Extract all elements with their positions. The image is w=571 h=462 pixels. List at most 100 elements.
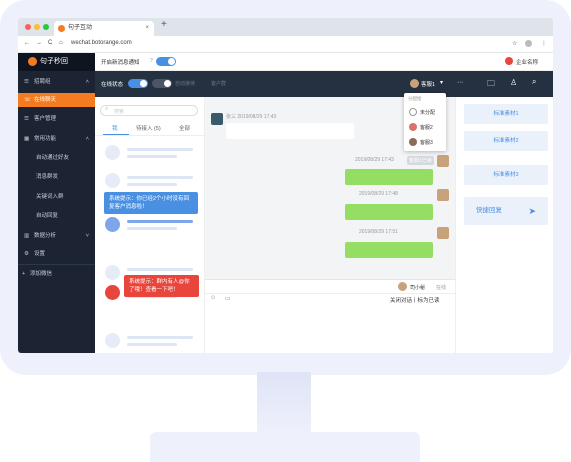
sidebar-item-online-chat[interactable]: ☏ 在线聊天 [18,93,95,107]
tab-close-icon[interactable]: × [145,21,149,36]
name-placeholder [127,336,193,339]
tab-bar: 句子互动 × + [18,18,553,36]
tab-mine[interactable]: 我 [112,124,118,132]
outgoing-time: 2019/08/29 17:43 [355,157,394,163]
online-status-label: 在线状态 [101,82,124,88]
favicon-icon [58,25,65,32]
outgoing-message-bubble[interactable] [345,169,433,185]
incoming-message-bubble[interactable] [226,123,354,139]
outgoing-message-bubble[interactable] [345,242,433,258]
analytics-icon: ▥ [24,233,30,239]
contact-icon[interactable]: ♙ [510,78,517,87]
sidebar-item-add-wechat[interactable]: + 添加微信 [18,267,95,281]
address-bar-row: ← → C ⌂ wechat.botorange.com ☆ ⋮ [18,36,553,53]
assistant-status: 在线 [436,285,447,291]
customers-icon: ☰ [24,116,29,122]
avatar [105,145,120,160]
agent-avatar [409,138,417,146]
sidebar-divider [18,264,95,265]
auto-reception-toggle[interactable] [152,79,172,88]
search-icon[interactable]: ⌕ [532,77,536,87]
monitor-stand-base [150,432,420,462]
conversation-list: ⌕ 搜索 我 待接入 (5) 全部 [95,97,205,353]
folder-icon[interactable]: ▭ [225,295,231,302]
search-icon: ⌕ [105,106,109,112]
chat-icon: ☏ [24,97,31,103]
close-and-mark-read[interactable]: 关闭对话丨标为已读 [390,296,440,304]
tab-title: 句子互动 [68,25,93,31]
sidebar-item-label: 设置 [34,251,46,257]
agent-avatar [437,189,449,201]
caret-down-icon[interactable]: ▾ [440,79,443,86]
reload-icon[interactable]: C [48,40,52,46]
home-icon[interactable]: ⌂ [59,40,63,46]
functions-icon: ▦ [24,136,30,142]
dropdown-option-agent2[interactable]: 客服2 [404,120,446,134]
material-button-2[interactable]: 标准素材2 [464,131,548,151]
sidebar-item-label: 数据分析 [34,233,57,239]
chat-header: 在线状态 自动接待 客户群 客服1 ▾ ⋯ 🗀 ♙ ⌕ [95,71,553,97]
quick-reply-button[interactable]: 快捷回复 ➤ [464,197,548,225]
avatar [105,265,120,280]
bookmark-star-icon[interactable]: ☆ [512,40,517,47]
system-popup-reply-reminder[interactable]: 系统提示：你已经2个小时没有回复客户消息啦！ [104,192,198,214]
sidebar-item-label: 常用功能 [34,136,57,142]
browser-tab[interactable]: 句子互动 × [54,21,154,36]
notify-toggle[interactable] [156,57,176,66]
help-icon[interactable]: ? [150,58,153,64]
sidebar-item-customers[interactable]: ☰ 客户管理 [18,112,95,126]
url-input[interactable]: wechat.botorange.com [71,40,132,46]
monitor-stand-neck [257,372,311,434]
sidebar-item-auto-reply[interactable]: 自动回复 [18,209,95,223]
tabs-divider [95,135,205,136]
company-avatar-icon [505,57,513,65]
sidebar-item-label: 客户管理 [34,116,57,122]
assistant-avatar [398,282,407,291]
material-button-1[interactable]: 标准素材1 [464,104,548,124]
dropdown-option-label: 客服3 [420,140,433,146]
agent-avatar [409,123,417,131]
system-popup-mention[interactable]: 系统提示：群内有人@你了哦！查看一下吧！ [124,275,199,297]
online-status-toggle[interactable] [128,79,148,88]
quick-reply-label: 快捷回复 [476,207,502,214]
agent-avatar [437,227,449,239]
back-icon[interactable]: ← [24,40,30,46]
customer-avatar [211,113,223,125]
tab-pending[interactable]: 待接入 (5) [136,124,161,132]
sidebar-section-recruiting[interactable]: ☰ 招聘组 ˄ [18,75,95,89]
search-placeholder: 搜索 [114,109,125,115]
dropdown-option-label: 客服2 [420,125,433,131]
new-tab-button[interactable]: + [161,19,167,30]
outgoing-message-bubble[interactable] [345,204,433,220]
material-button-3[interactable]: 标准素材3 [464,165,548,185]
avatar [105,333,120,348]
sidebar-item-keyword-join[interactable]: 关键词入群 [18,190,95,204]
name-placeholder [127,268,193,271]
browser-menu-icon[interactable]: ⋮ [541,40,547,47]
sidebar-item-common-functions[interactable]: ▦ 常用功能 ˄ [18,132,95,146]
more-icon[interactable]: ⋯ [457,79,463,86]
emoji-icon[interactable]: ☺ [210,295,216,301]
close-window-dot[interactable] [25,24,31,30]
incoming-meta: 张三 2019/08/29 17:43 [226,114,277,120]
sidebar-item-auto-accept[interactable]: 自动通过好友 [18,151,95,165]
dropdown-option-unassigned[interactable]: 未分配 [404,105,446,119]
message-input[interactable] [205,306,455,353]
agent-name[interactable]: 客服1 [421,80,435,88]
sidebar-item-label: 添加微信 [30,271,53,277]
outgoing-time: 2019/08/29 17:48 [359,191,398,197]
sidebar-item-analytics[interactable]: ▥ 数据分析 ˅ [18,229,95,243]
search-input[interactable]: ⌕ 搜索 [100,105,198,116]
tab-all[interactable]: 全部 [179,124,190,132]
folder-icon[interactable]: 🗀 [487,78,495,92]
name-placeholder [127,176,193,179]
profile-icon[interactable] [525,40,532,47]
company-name[interactable]: 企业名称 [516,58,538,66]
sidebar-item-broadcast[interactable]: 消息群发 [18,170,95,184]
sidebar-item-settings[interactable]: ⚙ 设置 [18,247,95,261]
cursor-icon: ➤ [528,206,536,216]
maximize-window-dot[interactable] [43,24,49,30]
dropdown-option-agent3[interactable]: 客服3 [404,135,446,149]
forward-icon[interactable]: → [36,40,42,46]
minimize-window-dot[interactable] [34,24,40,30]
